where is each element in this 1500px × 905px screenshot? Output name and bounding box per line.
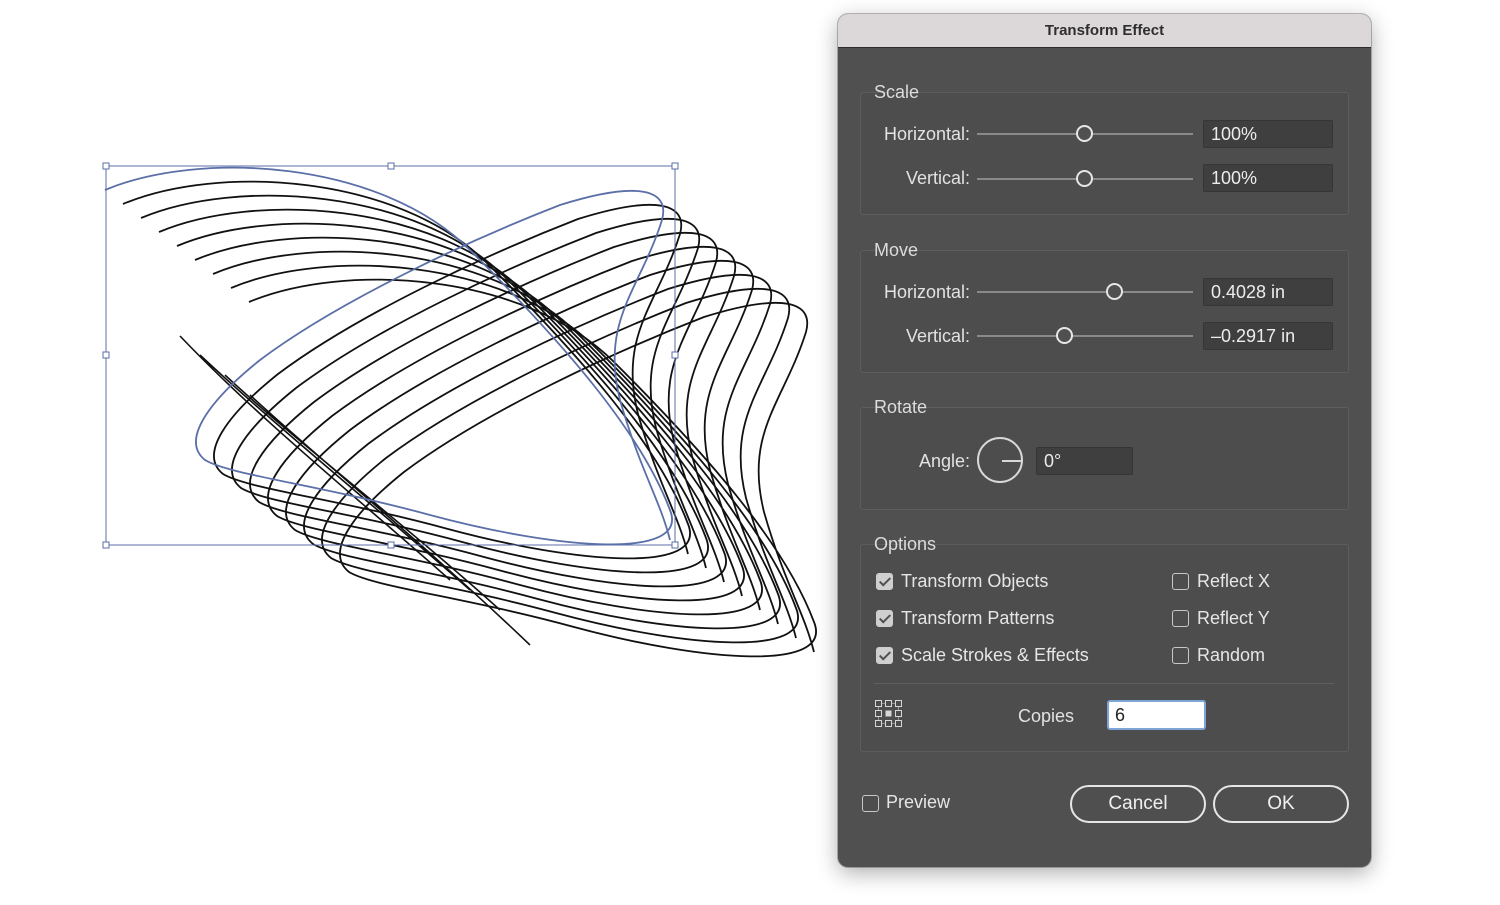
scale-horizontal-slider-knob[interactable] — [1076, 125, 1093, 142]
move-vertical-slider-knob[interactable] — [1056, 327, 1073, 344]
reflect-y-label: Reflect Y — [1197, 608, 1270, 628]
move-vertical-slider[interactable] — [977, 335, 1193, 337]
rotate-angle-field[interactable]: 0° — [1036, 447, 1133, 475]
move-vertical-field[interactable]: –0.2917 in — [1203, 322, 1333, 350]
selection-handle[interactable] — [387, 162, 395, 170]
scale-vertical-field[interactable]: 100% — [1203, 164, 1333, 192]
artwork — [102, 162, 817, 658]
transform-patterns-label: Transform Patterns — [901, 608, 1055, 628]
selection-handle[interactable] — [102, 162, 110, 170]
reflect-x-label: Reflect X — [1197, 571, 1271, 591]
scale-horizontal-field[interactable]: 100% — [1203, 120, 1333, 148]
move-horizontal-label: Horizontal: — [883, 282, 970, 302]
move-vertical-label: Vertical: — [905, 326, 970, 346]
dialog-title: Transform Effect — [1044, 22, 1165, 39]
move-group-title: Move — [874, 240, 919, 260]
cancel-button[interactable]: Cancel — [1070, 785, 1206, 823]
reference-point-grid-icon[interactable] — [874, 699, 904, 729]
transform-objects-checkbox[interactable] — [876, 573, 893, 590]
scale-group — [860, 92, 1349, 215]
selection-handle[interactable] — [671, 162, 679, 170]
angle-dial-icon[interactable] — [977, 437, 1023, 483]
scale-vertical-label: Vertical: — [905, 168, 970, 188]
transform-effect-dialog: Transform Effect Scale Horizontal: 100% … — [838, 14, 1371, 867]
preview-checkbox[interactable] — [862, 795, 879, 812]
random-checkbox[interactable] — [1172, 647, 1189, 664]
random-label: Random — [1197, 645, 1266, 665]
selection-handle[interactable] — [102, 541, 110, 549]
transform-objects-label: Transform Objects — [901, 571, 1049, 591]
selection-handle[interactable] — [671, 351, 679, 359]
artboard-canvas[interactable] — [0, 0, 830, 905]
diagonal-stroke-path — [179, 335, 531, 646]
reflect-x-checkbox[interactable] — [1172, 573, 1189, 590]
copies-field[interactable]: 6 — [1107, 700, 1206, 730]
options-separator — [874, 683, 1334, 684]
move-horizontal-slider-knob[interactable] — [1106, 283, 1123, 300]
dialog-titlebar[interactable]: Transform Effect — [838, 14, 1371, 48]
selection-handle[interactable] — [102, 351, 110, 359]
reflect-y-checkbox[interactable] — [1172, 610, 1189, 627]
angle-dial-indicator — [1002, 460, 1023, 462]
scale-strokes-label: Scale Strokes & Effects — [901, 645, 1089, 665]
selection-handle[interactable] — [671, 541, 679, 549]
move-horizontal-slider[interactable] — [977, 291, 1193, 293]
rotate-angle-label: Angle: — [918, 451, 970, 471]
scale-vertical-slider-knob[interactable] — [1076, 170, 1093, 187]
ok-button[interactable]: OK — [1213, 785, 1349, 823]
transform-patterns-checkbox[interactable] — [876, 610, 893, 627]
copies-label: Copies — [1017, 706, 1074, 726]
options-group-title: Options — [874, 534, 937, 554]
scale-horizontal-label: Horizontal: — [883, 124, 970, 144]
rotate-group-title: Rotate — [874, 397, 928, 417]
move-group — [860, 250, 1349, 373]
scale-group-title: Scale — [874, 82, 920, 102]
preview-label: Preview — [886, 792, 951, 812]
scale-strokes-checkbox[interactable] — [876, 647, 893, 664]
move-horizontal-field[interactable]: 0.4028 in — [1203, 278, 1333, 306]
selection-handle[interactable] — [387, 541, 395, 549]
